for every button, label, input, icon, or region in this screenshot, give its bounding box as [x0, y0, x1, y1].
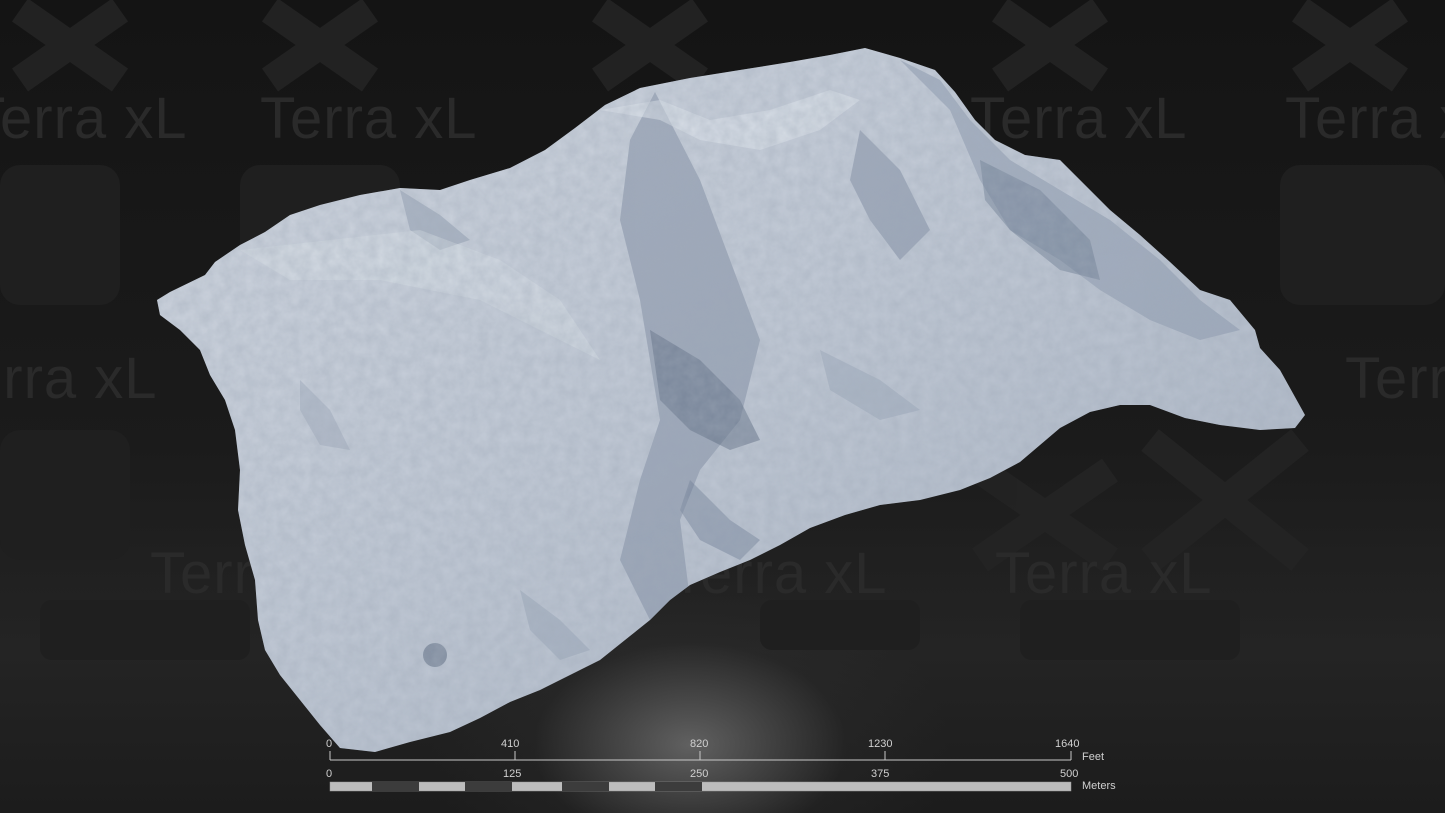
feet-unit-label: Feet: [1082, 751, 1105, 763]
feet-tick-label: 410: [501, 738, 520, 750]
scale-bar-feet: [329, 751, 1072, 761]
meters-tick-label: 250: [690, 768, 709, 780]
feet-tick-label: 1640: [1055, 738, 1080, 750]
feet-tick-label: 0: [326, 738, 333, 750]
meters-tick-label: 500: [1060, 768, 1079, 780]
map-scene: Terra xL Terra xL Terra xL Terra xL Terr…: [0, 0, 1445, 813]
feet-tick-label: 820: [690, 738, 709, 750]
scale-bar-meters: [329, 781, 1072, 792]
meters-unit-label: Meters: [1082, 780, 1116, 792]
scale-bar: [329, 751, 1072, 792]
meters-tick-label: 125: [503, 768, 522, 780]
meters-tick-label: 375: [871, 768, 890, 780]
meters-tick-label: 0: [326, 768, 333, 780]
feet-tick-label: 1230: [868, 738, 893, 750]
